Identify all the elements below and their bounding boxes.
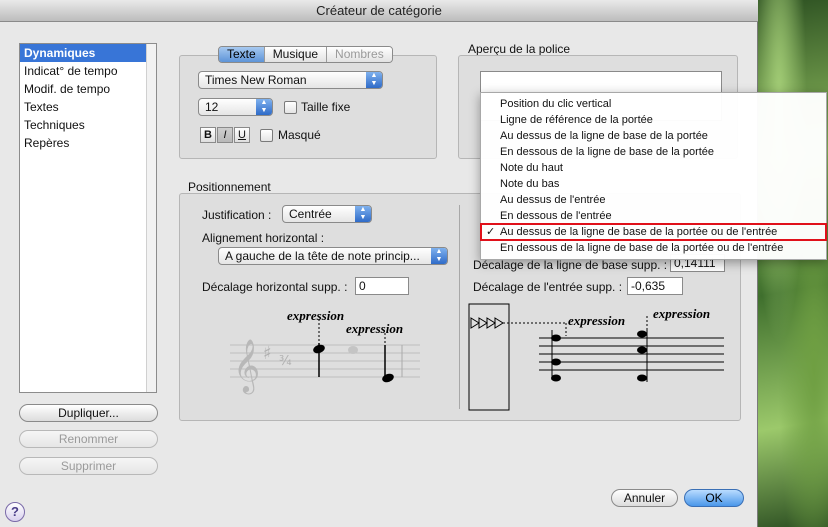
menu-item-label: Note du haut (500, 162, 563, 174)
hidden-label: Masqué (278, 128, 321, 142)
expression-sample-1: expression (287, 308, 344, 323)
menu-item-label: Au dessus de l'entrée (500, 194, 606, 206)
menu-item-bottom-note[interactable]: Note du bas (481, 176, 826, 192)
menu-item-label: En dessous de la ligne de base de la por… (500, 242, 784, 254)
window-title: Créateur de catégorie (0, 0, 758, 22)
menu-item-label: Au dessus de la ligne de base de la port… (500, 130, 708, 142)
svg-text:𝄞: 𝄞 (233, 338, 260, 394)
desktop-background (758, 0, 828, 527)
menu-item-label: Position du clic vertical (500, 98, 612, 110)
fixed-size-checkbox[interactable] (284, 101, 297, 114)
tab-musique[interactable]: Musique (264, 47, 328, 62)
align-horizontal-value: A gauche de la tête de note princip... (225, 249, 420, 263)
menu-item-label: Au dessus de la ligne de base de la port… (500, 226, 778, 238)
menu-item-above-staff-or-entry[interactable]: ✓ Au dessus de la ligne de base de la por… (480, 223, 827, 241)
svg-text:♯: ♯ (263, 343, 272, 364)
positioning-title: Positionnement (188, 180, 271, 194)
tab-texte[interactable]: Texte (219, 47, 265, 62)
svg-text:¾: ¾ (279, 354, 292, 369)
menu-item-top-note[interactable]: Note du haut (481, 160, 826, 176)
preview-title: Aperçu de la police (468, 42, 571, 56)
offset-horizontal-label: Décalage horizontal supp. : (202, 280, 348, 294)
menu-item-label: En dessous de la ligne de base de la por… (500, 146, 715, 158)
expression-sample-3: expression (568, 313, 625, 328)
entry-offset-input[interactable]: -0,635 (627, 277, 683, 295)
align-horizontal-label: Alignement horizontal : (202, 231, 325, 245)
offset-horizontal-input[interactable]: 0 (355, 277, 409, 295)
menu-item-below-entry[interactable]: En dessous de l'entrée (481, 208, 826, 224)
category-item-reperes[interactable]: Repères (20, 134, 156, 152)
justification-label: Justification : (202, 208, 272, 222)
vertical-alignment-menu[interactable]: Position du clic vertical Ligne de référ… (480, 92, 827, 260)
align-horizontal-select[interactable]: A gauche de la tête de note princip... ▲… (218, 247, 448, 265)
expression-sample-4: expression (653, 306, 710, 321)
cancel-button[interactable]: Annuler (611, 489, 678, 507)
list-scrollbar[interactable] (146, 44, 156, 392)
font-name-value: Times New Roman (205, 73, 307, 87)
entry-offset-label: Décalage de l'entrée supp. : (473, 280, 623, 294)
font-size-value: 12 (205, 100, 219, 114)
category-item-tempo-indicator[interactable]: Indicat° de tempo (20, 62, 156, 80)
category-item-dynamiques[interactable]: Dynamiques (20, 44, 156, 62)
help-button[interactable]: ? (5, 502, 25, 522)
tab-nombres[interactable]: Nombres (327, 47, 392, 62)
category-creator-window: Créateur de catégorie Dynamiques Indicat… (0, 0, 758, 527)
menu-item-label: Ligne de référence de la portée (500, 114, 653, 126)
menu-item-click-position[interactable]: Position du clic vertical (481, 96, 826, 112)
updown-arrows-icon: ▲ ▼ (256, 99, 272, 115)
menu-item-staff-reference[interactable]: Ligne de référence de la portée (481, 112, 826, 128)
updown-arrows-icon: ▲ ▼ (366, 72, 382, 88)
category-item-techniques[interactable]: Techniques (20, 116, 156, 134)
checkmark-icon: ✓ (486, 226, 496, 238)
menu-item-label: Note du bas (500, 178, 560, 190)
justification-value: Centrée (289, 207, 332, 221)
delete-button[interactable]: Supprimer (19, 457, 158, 475)
horizontal-alignment-illustration: 𝄞 ♯ ¾ expression expression (230, 308, 420, 394)
bold-button[interactable]: B (200, 127, 216, 143)
rename-button[interactable]: Renommer (19, 430, 158, 448)
italic-button[interactable]: I (217, 127, 233, 143)
justification-select[interactable]: Centrée ▲ ▼ (282, 205, 372, 223)
updown-arrows-icon: ▲ ▼ (355, 206, 371, 222)
font-name-select[interactable]: Times New Roman ▲ ▼ (198, 71, 383, 89)
menu-item-below-staff-or-entry[interactable]: En dessous de la ligne de base de la por… (481, 240, 826, 256)
menu-item-above-entry[interactable]: Au dessus de l'entrée (481, 192, 826, 208)
underline-button[interactable]: U (234, 127, 250, 143)
fixed-size-label: Taille fixe (301, 100, 351, 114)
duplicate-button[interactable]: Dupliquer... (19, 404, 158, 422)
ok-button[interactable]: OK (684, 489, 744, 507)
category-item-textes[interactable]: Textes (20, 98, 156, 116)
baseline-offset-label: Décalage de la ligne de base supp. : (473, 258, 668, 272)
font-size-select[interactable]: 12 ▲ ▼ (198, 98, 273, 116)
menu-item-above-staff-baseline[interactable]: Au dessus de la ligne de base de la port… (481, 128, 826, 144)
hidden-checkbox[interactable] (260, 129, 273, 142)
expression-sample-2: expression (346, 321, 403, 336)
category-item-tempo-modif[interactable]: Modif. de tempo (20, 80, 156, 98)
category-list[interactable]: Dynamiques Indicat° de tempo Modif. de t… (19, 43, 157, 393)
menu-item-below-staff-baseline[interactable]: En dessous de la ligne de base de la por… (481, 144, 826, 160)
updown-arrows-icon: ▲ ▼ (431, 248, 447, 264)
vertical-alignment-illustration: expression expression (468, 303, 724, 411)
font-type-tabs: Texte Musique Nombres (218, 46, 393, 63)
menu-item-label: En dessous de l'entrée (500, 210, 612, 222)
positioning-divider (459, 205, 460, 409)
